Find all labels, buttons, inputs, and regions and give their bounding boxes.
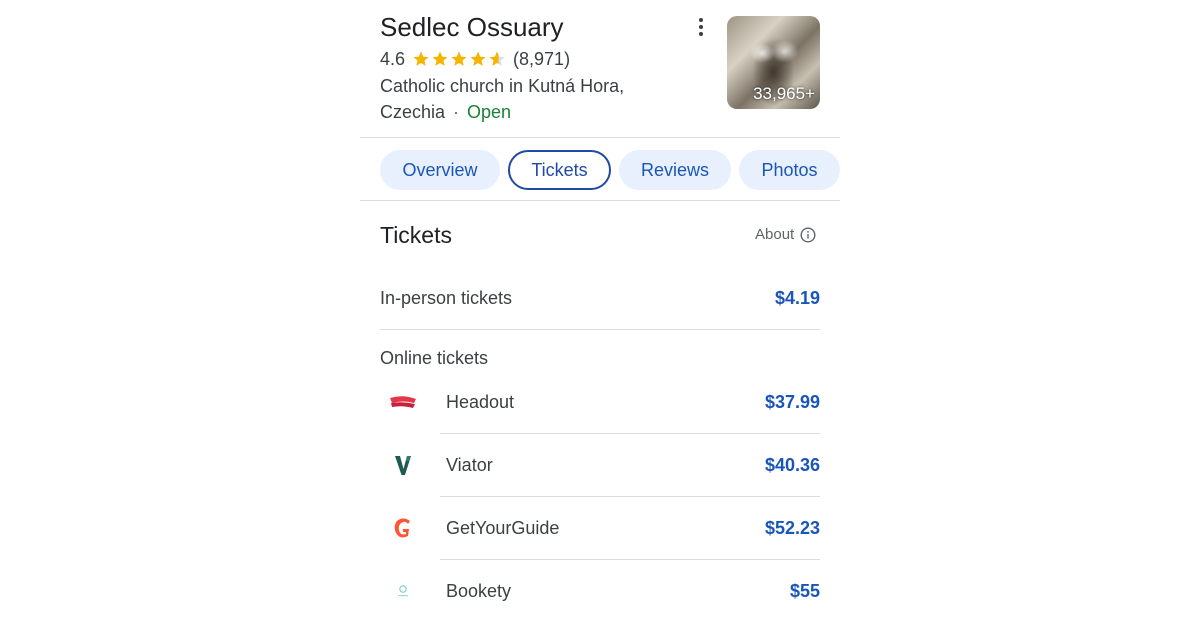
tab-photos[interactable]: Photos (739, 150, 840, 190)
viator-logo-icon (388, 450, 418, 480)
provider-price[interactable]: $55 (790, 581, 820, 602)
divider (440, 433, 820, 434)
divider (360, 137, 840, 138)
place-title: Sedlec Ossuary (380, 12, 564, 42)
category-line-1: Catholic church in Kutná Hora, (380, 76, 625, 96)
bookety-logo-icon (388, 576, 418, 606)
in-person-tickets-price[interactable]: $4.19 (775, 288, 820, 309)
star-icon (432, 51, 448, 66)
online-tickets-heading: Online tickets (380, 348, 489, 368)
provider-name[interactable]: Bookety (446, 581, 511, 602)
provider-price[interactable]: $52.23 (765, 518, 820, 539)
place-category: Catholic church in Kutná Hora, Czechia · O… (380, 73, 624, 125)
photo-thumbnail[interactable]: 33,965+ (727, 16, 820, 109)
headout-logo-icon (388, 388, 418, 418)
divider (380, 329, 820, 330)
open-status: Open (467, 102, 512, 122)
review-count: (8,971) (513, 48, 571, 69)
star-icon (413, 51, 429, 66)
place-panel: Sedlec Ossuary 4.6 (8,971) Catholic chur… (360, 0, 840, 630)
star-icon (451, 51, 467, 66)
divider (440, 496, 820, 497)
rating-value: 4.6 (380, 48, 406, 69)
provider-name[interactable]: Headout (446, 392, 514, 413)
tab-reviews[interactable]: Reviews (619, 150, 731, 190)
location-country: Czechia (380, 102, 446, 122)
tickets-heading: Tickets (380, 222, 452, 248)
in-person-tickets-label: In-person tickets (380, 288, 513, 308)
separator-dot: · (453, 102, 460, 122)
provider-price[interactable]: $37.99 (765, 392, 820, 413)
about-button[interactable]: About (755, 226, 816, 243)
provider-name[interactable]: GetYourGuide (446, 518, 559, 539)
divider (440, 559, 820, 560)
provider-name[interactable]: Viator (446, 455, 493, 476)
half-star-icon (489, 51, 505, 66)
category-line-2: Czechia · Open (380, 99, 624, 125)
divider (360, 200, 840, 201)
tab-overview[interactable]: Overview (380, 150, 500, 190)
photo-count: 33,965+ (753, 84, 815, 103)
info-icon (800, 226, 816, 243)
tab-tickets[interactable]: Tickets (508, 150, 611, 190)
more-options-icon (699, 18, 703, 22)
more-options-icon-dot (699, 25, 703, 29)
about-label: About (755, 226, 795, 243)
getyourguide-logo-icon (388, 513, 418, 543)
tab-bar: Overview Tickets Reviews Photos (380, 150, 840, 190)
provider-price[interactable]: $40.36 (765, 455, 820, 476)
star-icon (470, 51, 486, 66)
more-options-icon-dot (699, 32, 703, 36)
more-options-button[interactable] (693, 16, 709, 38)
rating-row[interactable]: 4.6 (8,971) (380, 47, 570, 71)
star-rating (412, 50, 507, 68)
